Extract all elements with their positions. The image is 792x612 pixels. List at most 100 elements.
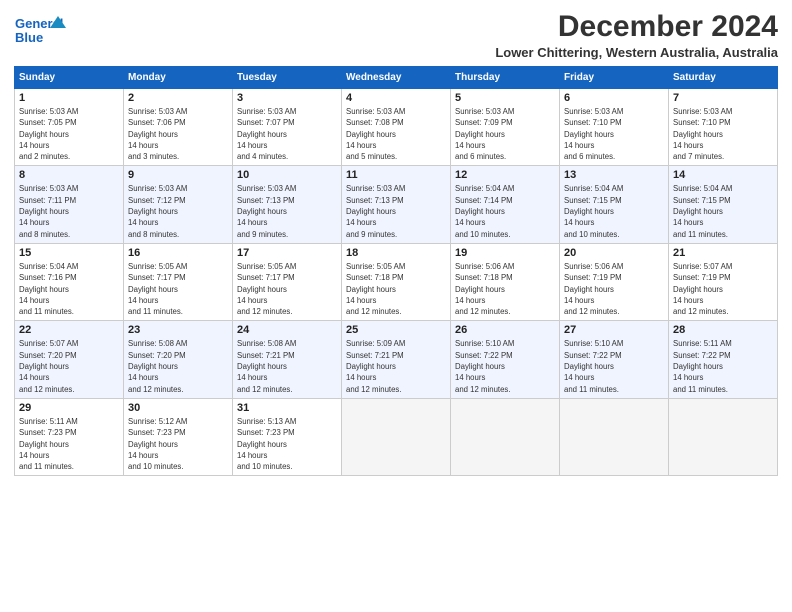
day-number: 10 (237, 169, 337, 181)
calendar-header: Sunday Monday Tuesday Wednesday Thursday… (15, 67, 778, 89)
header-friday: Friday (560, 67, 669, 89)
calendar-cell: 31 Sunrise: 5:13 AMSunset: 7:23 PMDayligh… (233, 398, 342, 475)
calendar-cell: 3 Sunrise: 5:03 AMSunset: 7:07 PMDaylight… (233, 89, 342, 166)
calendar-cell (451, 398, 560, 475)
calendar-cell: 19Sunrise: 5:06 AMSunset: 7:18 PMDayligh… (451, 243, 560, 320)
day-number: 18 (346, 247, 446, 259)
day-info: Sunrise: 5:04 AMSunset: 7:15 PMDaylight … (564, 183, 664, 239)
calendar-week-3: 15Sunrise: 5:04 AMSunset: 7:16 PMDayligh… (15, 243, 778, 320)
day-number: 6 (564, 92, 664, 104)
day-info: Sunrise: 5:05 AMSunset: 7:17 PMDaylight … (128, 261, 228, 317)
calendar-cell (560, 398, 669, 475)
day-info: Sunrise: 5:05 AMSunset: 7:17 PMDaylight … (237, 261, 337, 317)
calendar-cell: 21Sunrise: 5:07 AMSunset: 7:19 PMDayligh… (669, 243, 778, 320)
day-info: Sunrise: 5:03 AMSunset: 7:11 PMDaylight … (19, 183, 119, 239)
calendar-cell: 30Sunrise: 5:12 AMSunset: 7:23 PMDayligh… (124, 398, 233, 475)
day-number: 16 (128, 247, 228, 259)
month-title: December 2024 (495, 10, 778, 43)
calendar-week-4: 22 Sunrise: 5:07 AMSunset: 7:20 PMDayligh… (15, 321, 778, 398)
header-thursday: Thursday (451, 67, 560, 89)
day-number: 20 (564, 247, 664, 259)
day-info: Sunrise: 5:07 AMSunset: 7:20 PMDaylight … (19, 338, 119, 394)
calendar-cell: 7 Sunrise: 5:03 AMSunset: 7:10 PMDaylight… (669, 89, 778, 166)
day-number: 28 (673, 324, 773, 336)
svg-text:Blue: Blue (15, 30, 43, 45)
day-number: 11 (346, 169, 446, 181)
day-number: 12 (455, 169, 555, 181)
day-info: Sunrise: 5:03 AMSunset: 7:06 PMDaylight … (128, 106, 228, 162)
calendar-cell: 14 Sunrise: 5:04 AMSunset: 7:15 PMDayligh… (669, 166, 778, 243)
day-number: 4 (346, 92, 446, 104)
day-info: Sunrise: 5:03 AMSunset: 7:09 PMDaylight … (455, 106, 555, 162)
calendar-cell: 12Sunrise: 5:04 AMSunset: 7:14 PMDayligh… (451, 166, 560, 243)
calendar-cell: 27Sunrise: 5:10 AMSunset: 7:22 PMDayligh… (560, 321, 669, 398)
title-block: December 2024 Lower Chittering, Western … (495, 10, 778, 60)
header: General Blue December 2024 Lower Chitter… (14, 10, 778, 60)
calendar-cell (342, 398, 451, 475)
day-info: Sunrise: 5:08 AMSunset: 7:20 PMDaylight … (128, 338, 228, 394)
calendar-cell: 8 Sunrise: 5:03 AMSunset: 7:11 PMDaylight… (15, 166, 124, 243)
day-info: Sunrise: 5:03 AMSunset: 7:13 PMDaylight … (237, 183, 337, 239)
calendar-week-5: 29Sunrise: 5:11 AMSunset: 7:23 PMDayligh… (15, 398, 778, 475)
day-number: 8 (19, 169, 119, 181)
header-monday: Monday (124, 67, 233, 89)
calendar-cell: 1 Sunrise: 5:03 AMSunset: 7:05 PMDaylight… (15, 89, 124, 166)
day-info: Sunrise: 5:04 AMSunset: 7:15 PMDaylight … (673, 183, 773, 239)
day-info: Sunrise: 5:03 AMSunset: 7:10 PMDaylight … (564, 106, 664, 162)
logo-svg: General Blue (14, 14, 66, 50)
calendar-cell: 11Sunrise: 5:03 AMSunset: 7:13 PMDayligh… (342, 166, 451, 243)
calendar-cell: 6 Sunrise: 5:03 AMSunset: 7:10 PMDaylight… (560, 89, 669, 166)
day-info: Sunrise: 5:09 AMSunset: 7:21 PMDaylight … (346, 338, 446, 394)
day-info: Sunrise: 5:03 AMSunset: 7:05 PMDaylight … (19, 106, 119, 162)
day-info: Sunrise: 5:13 AMSunset: 7:23 PMDaylight … (237, 416, 337, 472)
day-number: 22 (19, 324, 119, 336)
calendar-cell: 22 Sunrise: 5:07 AMSunset: 7:20 PMDayligh… (15, 321, 124, 398)
day-number: 19 (455, 247, 555, 259)
day-number: 15 (19, 247, 119, 259)
header-wednesday: Wednesday (342, 67, 451, 89)
day-info: Sunrise: 5:03 AMSunset: 7:08 PMDaylight … (346, 106, 446, 162)
calendar-cell: 23Sunrise: 5:08 AMSunset: 7:20 PMDayligh… (124, 321, 233, 398)
day-info: Sunrise: 5:11 AMSunset: 7:22 PMDaylight … (673, 338, 773, 394)
day-number: 14 (673, 169, 773, 181)
page: General Blue December 2024 Lower Chitter… (0, 0, 792, 612)
calendar-cell: 9 Sunrise: 5:03 AMSunset: 7:12 PMDaylight… (124, 166, 233, 243)
calendar-cell: 26 Sunrise: 5:10 AMSunset: 7:22 PMDayligh… (451, 321, 560, 398)
day-info: Sunrise: 5:10 AMSunset: 7:22 PMDaylight … (455, 338, 555, 394)
calendar-cell: 24Sunrise: 5:08 AMSunset: 7:21 PMDayligh… (233, 321, 342, 398)
day-number: 17 (237, 247, 337, 259)
header-row: Sunday Monday Tuesday Wednesday Thursday… (15, 67, 778, 89)
day-number: 7 (673, 92, 773, 104)
calendar-table: Sunday Monday Tuesday Wednesday Thursday… (14, 66, 778, 476)
calendar-cell: 16 Sunrise: 5:05 AMSunset: 7:17 PMDayligh… (124, 243, 233, 320)
header-sunday: Sunday (15, 67, 124, 89)
calendar-cell: 29Sunrise: 5:11 AMSunset: 7:23 PMDayligh… (15, 398, 124, 475)
day-number: 31 (237, 402, 337, 414)
calendar-cell: 18 Sunrise: 5:05 AMSunset: 7:18 PMDayligh… (342, 243, 451, 320)
calendar-cell: 5Sunrise: 5:03 AMSunset: 7:09 PMDaylight… (451, 89, 560, 166)
calendar-cell: 2Sunrise: 5:03 AMSunset: 7:06 PMDaylight… (124, 89, 233, 166)
calendar-cell: 20 Sunrise: 5:06 AMSunset: 7:19 PMDayligh… (560, 243, 669, 320)
calendar-week-1: 1 Sunrise: 5:03 AMSunset: 7:05 PMDaylight… (15, 89, 778, 166)
day-number: 25 (346, 324, 446, 336)
day-number: 21 (673, 247, 773, 259)
day-info: Sunrise: 5:06 AMSunset: 7:19 PMDaylight … (564, 261, 664, 317)
header-saturday: Saturday (669, 67, 778, 89)
day-info: Sunrise: 5:12 AMSunset: 7:23 PMDaylight … (128, 416, 228, 472)
day-number: 9 (128, 169, 228, 181)
calendar-cell: 25 Sunrise: 5:09 AMSunset: 7:21 PMDayligh… (342, 321, 451, 398)
day-number: 29 (19, 402, 119, 414)
day-number: 26 (455, 324, 555, 336)
day-info: Sunrise: 5:03 AMSunset: 7:07 PMDaylight … (237, 106, 337, 162)
calendar-cell: 17 Sunrise: 5:05 AMSunset: 7:17 PMDayligh… (233, 243, 342, 320)
calendar-cell: 15Sunrise: 5:04 AMSunset: 7:16 PMDayligh… (15, 243, 124, 320)
day-number: 1 (19, 92, 119, 104)
day-info: Sunrise: 5:08 AMSunset: 7:21 PMDaylight … (237, 338, 337, 394)
location-title: Lower Chittering, Western Australia, Aus… (495, 45, 778, 60)
day-info: Sunrise: 5:03 AMSunset: 7:10 PMDaylight … (673, 106, 773, 162)
day-info: Sunrise: 5:05 AMSunset: 7:18 PMDaylight … (346, 261, 446, 317)
day-number: 3 (237, 92, 337, 104)
header-tuesday: Tuesday (233, 67, 342, 89)
day-info: Sunrise: 5:03 AMSunset: 7:12 PMDaylight … (128, 183, 228, 239)
calendar-cell (669, 398, 778, 475)
